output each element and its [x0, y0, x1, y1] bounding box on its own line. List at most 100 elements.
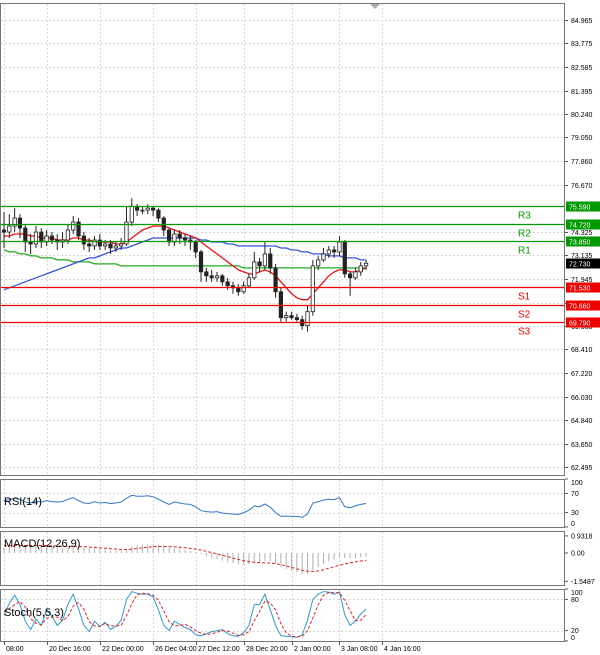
candle: [17, 217, 23, 229]
y-tick-label: 76.670: [571, 183, 593, 190]
candle: [129, 205, 134, 223]
rsi-label: RSI(14): [4, 496, 42, 508]
y-tick-label: 66.030: [571, 395, 593, 402]
y-tick-label: 74.325: [571, 230, 593, 237]
candle: [204, 271, 209, 277]
candle: [156, 209, 161, 219]
level-label-s3: S3: [518, 327, 531, 338]
level-label-r1: R1: [518, 246, 531, 257]
candle: [262, 253, 268, 267]
macd-y-tick-label: 0.00: [571, 550, 585, 557]
y-tick-label: 68.410: [571, 347, 593, 354]
candle: [177, 233, 182, 239]
candle: [348, 273, 353, 279]
candle: [209, 275, 214, 279]
y-tick-label: 81.395: [571, 89, 593, 96]
candle: [363, 262, 369, 267]
candle: [39, 231, 44, 243]
candle: [81, 235, 86, 245]
candle: [198, 251, 204, 273]
level-price-label: 73.850: [569, 240, 591, 247]
level-price-label: 69.790: [569, 321, 591, 328]
candle: [246, 277, 252, 287]
candle: [193, 241, 198, 253]
candle: [268, 253, 273, 269]
candle: [214, 275, 220, 279]
x-tick-label: 20 Dec 16:00: [49, 646, 91, 653]
y-tick-label: 84.965: [571, 18, 593, 25]
x-tick-label: 2 Jan 00:00: [294, 646, 331, 653]
level-label-r3: R3: [518, 211, 531, 222]
candle: [284, 315, 289, 319]
candle: [236, 287, 241, 293]
rsi-y-tick-label: 100: [571, 480, 583, 487]
candle: [65, 229, 70, 241]
candle: [353, 271, 358, 279]
x-tick-label: 28 Dec 20:00: [246, 646, 288, 653]
macd-label: MACD(12,26,9): [4, 538, 80, 550]
candle: [150, 207, 156, 211]
x-tick-label: 3 Jan 08:00: [341, 646, 378, 653]
candle: [332, 249, 337, 253]
candle: [257, 261, 262, 267]
x-tick-label: 4 Jan 16:00: [384, 646, 421, 653]
macd-y-tick-label: 0.9318: [571, 533, 593, 540]
y-tick-label: 80.240: [571, 112, 593, 119]
candle: [182, 237, 188, 241]
y-tick-label: 77.860: [571, 159, 593, 166]
y-tick-label: 67.220: [571, 371, 593, 378]
candle: [305, 311, 310, 327]
candle: [225, 281, 230, 287]
macd-y-tick-label: -1.5487: [571, 579, 595, 586]
pane-macd: [0, 531, 565, 586]
candle: [124, 221, 129, 245]
candle: [1, 229, 7, 233]
stoch-y-tick-label: 0: [571, 635, 575, 642]
y-tick-label: 62.495: [571, 465, 593, 472]
candle: [108, 243, 113, 249]
stoch-label: Stoch(5,5,3): [4, 607, 64, 619]
candle: [33, 231, 39, 245]
level-label-r2: R2: [518, 229, 531, 240]
candle: [71, 221, 76, 231]
y-tick-label: 83.775: [571, 41, 593, 48]
candle: [119, 243, 124, 247]
level-label-s2: S2: [518, 310, 531, 321]
candle: [140, 209, 145, 212]
level-price-label: 71.530: [569, 286, 591, 293]
candle: [49, 235, 55, 241]
y-tick-label: 64.840: [571, 418, 593, 425]
candle: [23, 227, 28, 243]
candle: [7, 225, 12, 233]
candle: [358, 265, 363, 273]
pane-stoch: [0, 589, 565, 642]
x-tick-label: 22 Dec 00:00: [102, 646, 144, 653]
candle: [337, 241, 342, 253]
candle: [326, 249, 331, 255]
y-tick-label: 79.050: [571, 135, 593, 142]
candle: [316, 259, 321, 267]
candle: [294, 317, 299, 321]
candle: [172, 233, 177, 243]
candle: [145, 207, 150, 211]
rsi-y-tick-label: 0: [571, 521, 575, 528]
rsi-y-tick-label: 70: [571, 491, 579, 498]
candle: [289, 315, 294, 319]
candle: [310, 265, 315, 313]
y-tick-label: 63.650: [571, 442, 593, 449]
candle: [103, 243, 108, 247]
x-tick-label: 27 Dec 12:00: [198, 646, 240, 653]
price-chart: 84.965 83.775 82.585 81.395 80.240 79.050 77.8…: [0, 3, 600, 653]
candle: [28, 241, 33, 245]
candle: [166, 229, 172, 243]
rsi-y-tick-label: 30: [571, 510, 579, 517]
candle: [220, 275, 225, 283]
current-price-label: 72.730: [569, 262, 591, 269]
candle: [87, 243, 92, 247]
candle: [113, 245, 118, 249]
candle: [278, 291, 284, 319]
stoch-y-tick-label: 80: [571, 597, 579, 604]
candle: [342, 241, 347, 275]
level-price-label: 74.720: [569, 223, 591, 230]
level-price-label: 70.660: [569, 304, 591, 311]
